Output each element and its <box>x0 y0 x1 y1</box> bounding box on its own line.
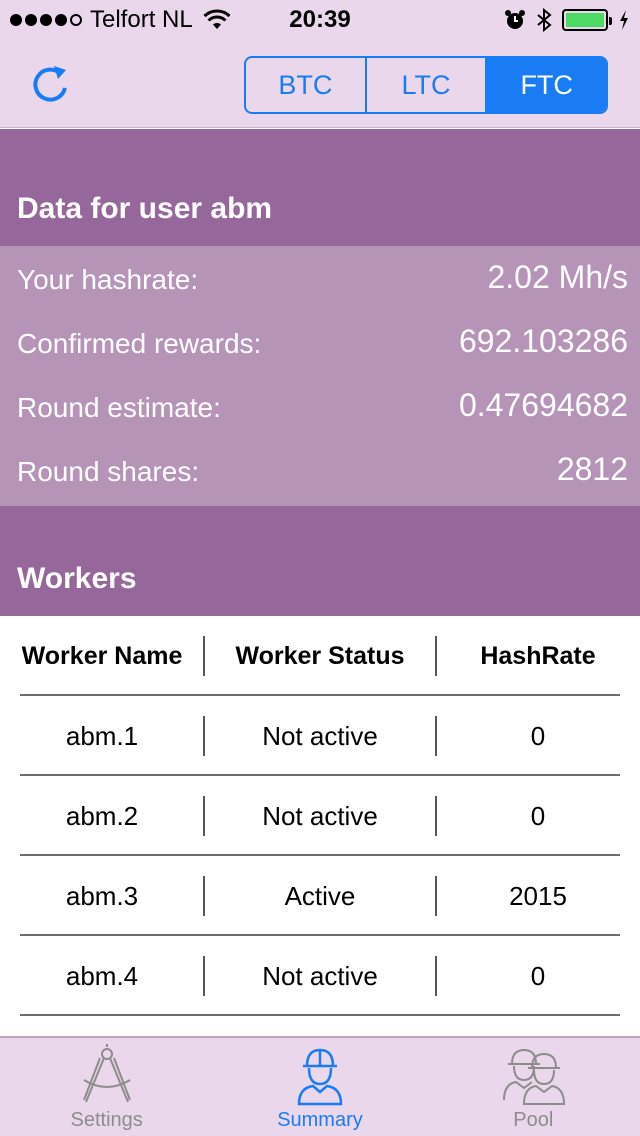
worker-hashrate-cell: 2015 <box>509 880 567 911</box>
workers-section-header: Workers <box>0 506 640 616</box>
column-divider <box>203 956 205 996</box>
column-divider <box>435 956 437 996</box>
stat-row-round-shares: Round shares: 2812 <box>0 438 640 502</box>
bluetooth-icon <box>537 8 552 32</box>
workers-group-icon <box>503 1048 566 1105</box>
tab-bar: Settings Summary Pool <box>0 1036 640 1136</box>
segment-btc[interactable]: BTC <box>246 58 365 112</box>
tab-label: Settings <box>70 1109 143 1131</box>
column-divider <box>435 796 437 836</box>
battery-icon <box>562 9 612 31</box>
column-divider <box>203 876 205 916</box>
column-divider <box>203 636 205 676</box>
column-divider <box>203 716 205 756</box>
table-row[interactable]: abm.1 Not active 0 <box>0 696 640 776</box>
table-header-row: Worker Name Worker Status HashRate <box>0 616 640 696</box>
column-divider <box>435 876 437 916</box>
refresh-button[interactable] <box>28 60 72 106</box>
workers-table: Worker Name Worker Status HashRate abm.1… <box>0 616 640 1036</box>
worker-hashrate-cell: 0 <box>530 960 546 991</box>
table-row[interactable]: abm.3 Active 2015 <box>0 856 640 936</box>
worker-status-cell: Not active <box>262 720 378 751</box>
column-header-worker-status: Worker Status <box>235 641 405 670</box>
stat-value: 0.47694682 <box>458 387 628 423</box>
worker-hashrate-cell: 0 <box>530 720 546 751</box>
row-divider <box>20 1014 620 1016</box>
stat-value: 2.02 Mh/s <box>487 259 628 295</box>
user-section-header: Data for user abm <box>0 129 640 246</box>
worker-status-cell: Not active <box>262 960 378 991</box>
tab-label: Summary <box>277 1109 363 1131</box>
alarm-icon <box>505 10 525 29</box>
worker-name-cell: abm.4 <box>65 960 139 991</box>
segment-ftc[interactable]: FTC <box>485 58 606 112</box>
stat-value: 2812 <box>556 451 628 487</box>
tab-summary[interactable]: Summary <box>213 1038 426 1136</box>
column-divider <box>435 716 437 756</box>
tab-pool[interactable]: Pool <box>427 1038 640 1136</box>
navigation-bar: Telfort NL 20:39 BTC LTC FTC <box>0 0 640 128</box>
tab-label: Pool <box>513 1109 554 1131</box>
worker-icon <box>297 1048 343 1106</box>
worker-status-cell: Active <box>284 880 356 911</box>
status-bar: Telfort NL 20:39 <box>0 0 640 40</box>
table-row[interactable]: abm.2 Not active 0 <box>0 776 640 856</box>
stat-value: 692.103286 <box>458 323 628 359</box>
stat-row-round-estimate: Round estimate: 0.47694682 <box>0 374 640 438</box>
worker-name-cell: abm.3 <box>65 880 139 911</box>
currency-segmented-control: BTC LTC FTC <box>244 56 608 114</box>
table-row[interactable]: abm.4 Not active 0 <box>0 936 640 1016</box>
refresh-icon <box>33 66 67 102</box>
column-header-worker-name: Worker Name <box>21 641 183 670</box>
worker-name-cell: abm.1 <box>65 720 139 751</box>
column-header-hashrate: HashRate <box>480 641 596 670</box>
tab-settings[interactable]: Settings <box>0 1038 213 1136</box>
stat-label: Confirmed rewards: <box>17 328 262 359</box>
user-stats: Your hashrate: 2.02 Mh/s Confirmed rewar… <box>0 246 640 506</box>
stat-row-confirmed-rewards: Confirmed rewards: 692.103286 <box>0 310 640 374</box>
stat-label: Round shares: <box>17 456 200 487</box>
compass-icon <box>82 1044 131 1103</box>
stat-label: Your hashrate: <box>17 264 199 295</box>
stat-row-hashrate: Your hashrate: 2.02 Mh/s <box>0 246 640 310</box>
segment-ltc[interactable]: LTC <box>364 58 486 112</box>
worker-status-cell: Not active <box>262 800 378 831</box>
stat-label: Round estimate: <box>17 392 221 423</box>
worker-name-cell: abm.2 <box>65 800 139 831</box>
column-divider <box>203 796 205 836</box>
status-right <box>504 8 630 32</box>
column-divider <box>435 636 437 676</box>
worker-hashrate-cell: 0 <box>530 800 546 831</box>
charging-icon <box>620 10 628 30</box>
